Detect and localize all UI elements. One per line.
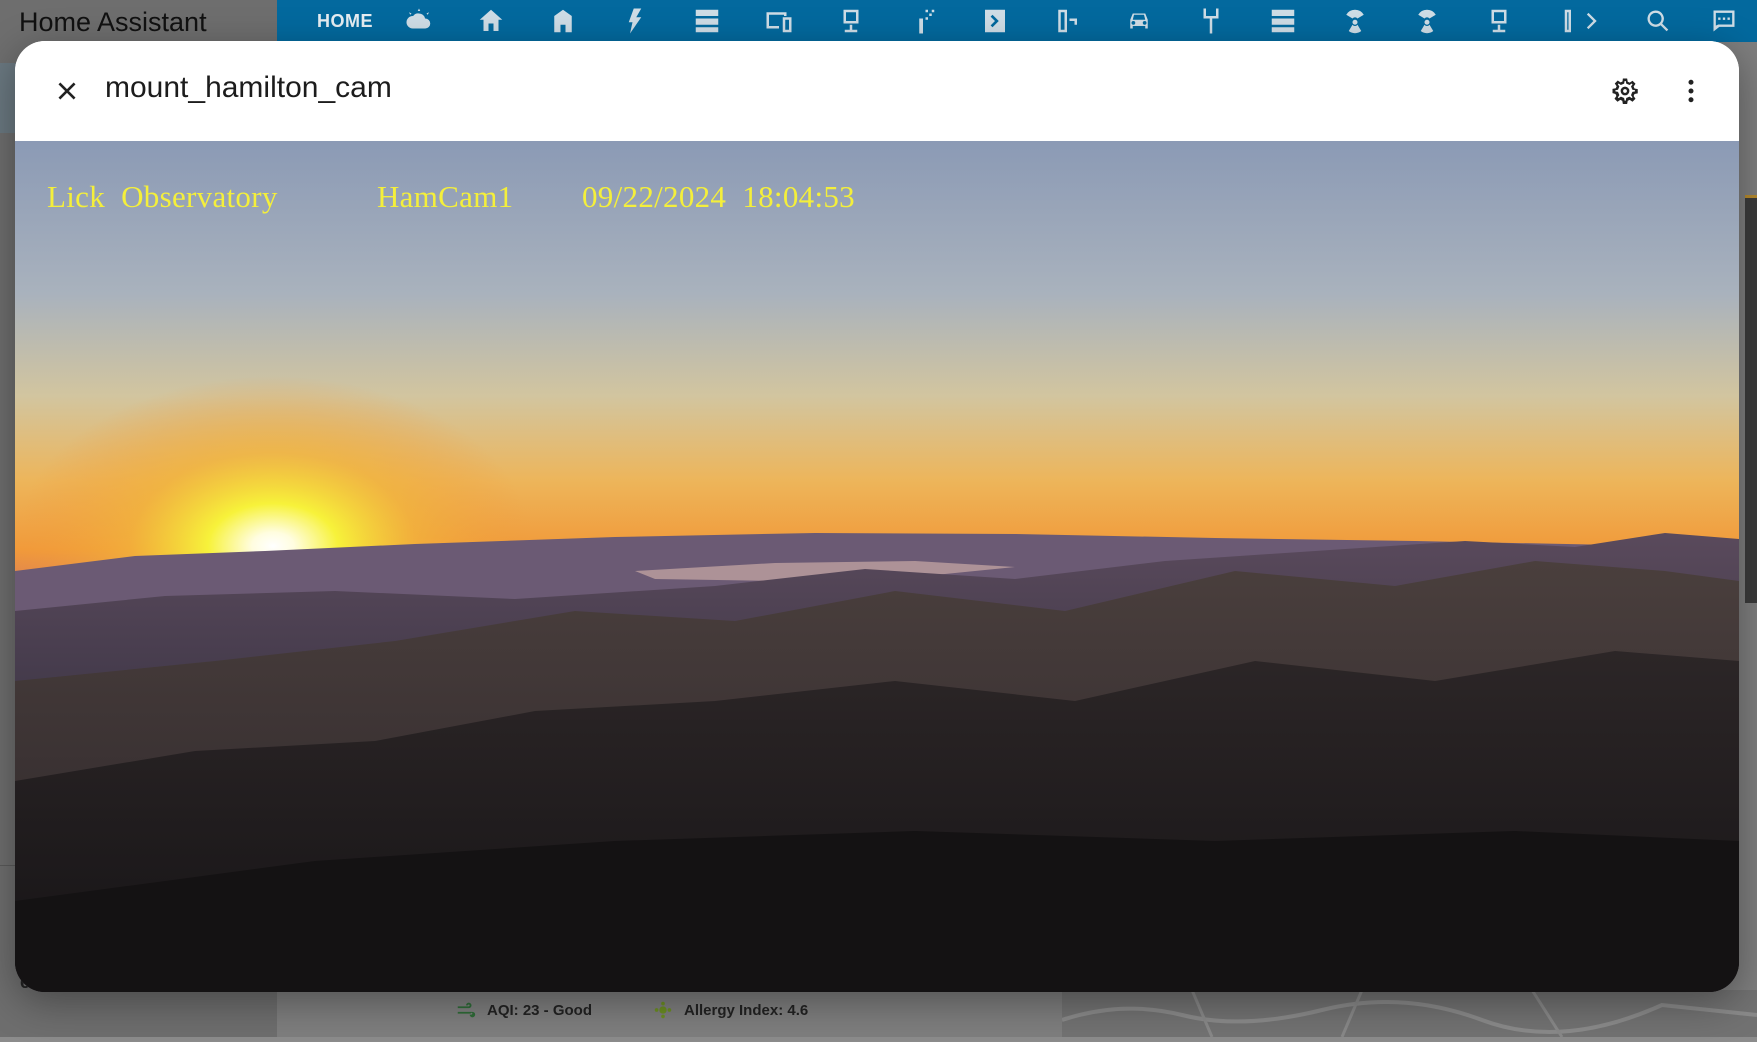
assist-chat-icon[interactable] bbox=[1691, 0, 1757, 42]
map-card[interactable] bbox=[1061, 989, 1757, 1038]
lightning-bolt-icon[interactable] bbox=[599, 0, 671, 42]
overlay-site-name: Lick Observatory bbox=[47, 179, 278, 214]
car-icon[interactable] bbox=[1103, 0, 1175, 42]
dots-vertical-icon bbox=[1688, 79, 1694, 103]
radiation-icon[interactable] bbox=[1319, 0, 1391, 42]
overlay-camera-name: HamCam1 bbox=[377, 179, 514, 214]
server-icon[interactable] bbox=[1247, 0, 1319, 42]
cog-icon bbox=[1612, 78, 1638, 104]
allergy-label: Allergy Index: 4.6 bbox=[684, 1001, 809, 1019]
antenna-icon[interactable] bbox=[1175, 0, 1247, 42]
more-options-button[interactable] bbox=[1669, 69, 1713, 113]
overlay-timestamp: 09/22/2024 18:04:53 bbox=[582, 179, 855, 214]
chevron-right-icon[interactable] bbox=[1559, 0, 1625, 42]
camera-stream[interactable]: Lick Observatory HamCam1 09/22/2024 18:0… bbox=[15, 141, 1739, 992]
settings-button[interactable] bbox=[1603, 69, 1647, 113]
flower-pollen-icon bbox=[654, 1001, 672, 1019]
camera-image bbox=[15, 141, 1739, 992]
water-pump-icon[interactable] bbox=[1031, 0, 1103, 42]
home-tree-icon[interactable] bbox=[455, 0, 527, 42]
aqi-label: AQI: 23 - Good bbox=[487, 1001, 592, 1019]
status-bar: AQI: 23 - Good Allergy Index: 4.6 bbox=[455, 999, 808, 1021]
close-icon bbox=[58, 82, 76, 100]
sprinkler-icon[interactable] bbox=[887, 0, 959, 42]
chevron-right-box-icon[interactable] bbox=[959, 0, 1031, 42]
weather-partly-cloudy-icon[interactable] bbox=[383, 0, 455, 42]
home-city-icon[interactable] bbox=[527, 0, 599, 42]
camera-dialog: mount_hamilton_cam Lick Observatory HamC… bbox=[15, 41, 1739, 992]
dialog-header: mount_hamilton_cam bbox=[15, 41, 1739, 141]
close-button[interactable] bbox=[45, 69, 89, 113]
search-icon[interactable] bbox=[1625, 0, 1691, 42]
aqi-chip[interactable]: AQI: 23 - Good bbox=[455, 999, 592, 1021]
radiation-icon[interactable] bbox=[1391, 0, 1463, 42]
air-quality-icon bbox=[457, 1002, 476, 1018]
server-icon[interactable] bbox=[671, 0, 743, 42]
presentation-icon[interactable] bbox=[815, 0, 887, 42]
tab-home[interactable]: HOME bbox=[317, 11, 373, 32]
background-card-edge bbox=[1745, 195, 1757, 603]
dialog-title: mount_hamilton_cam bbox=[105, 71, 392, 104]
app-title: Home Assistant bbox=[19, 7, 207, 37]
monitor-cellphone-icon[interactable] bbox=[743, 0, 815, 42]
allergy-chip[interactable]: Allergy Index: 4.6 bbox=[652, 999, 808, 1021]
top-app-bar: HOME bbox=[277, 0, 1757, 42]
presentation-icon[interactable] bbox=[1463, 0, 1535, 42]
